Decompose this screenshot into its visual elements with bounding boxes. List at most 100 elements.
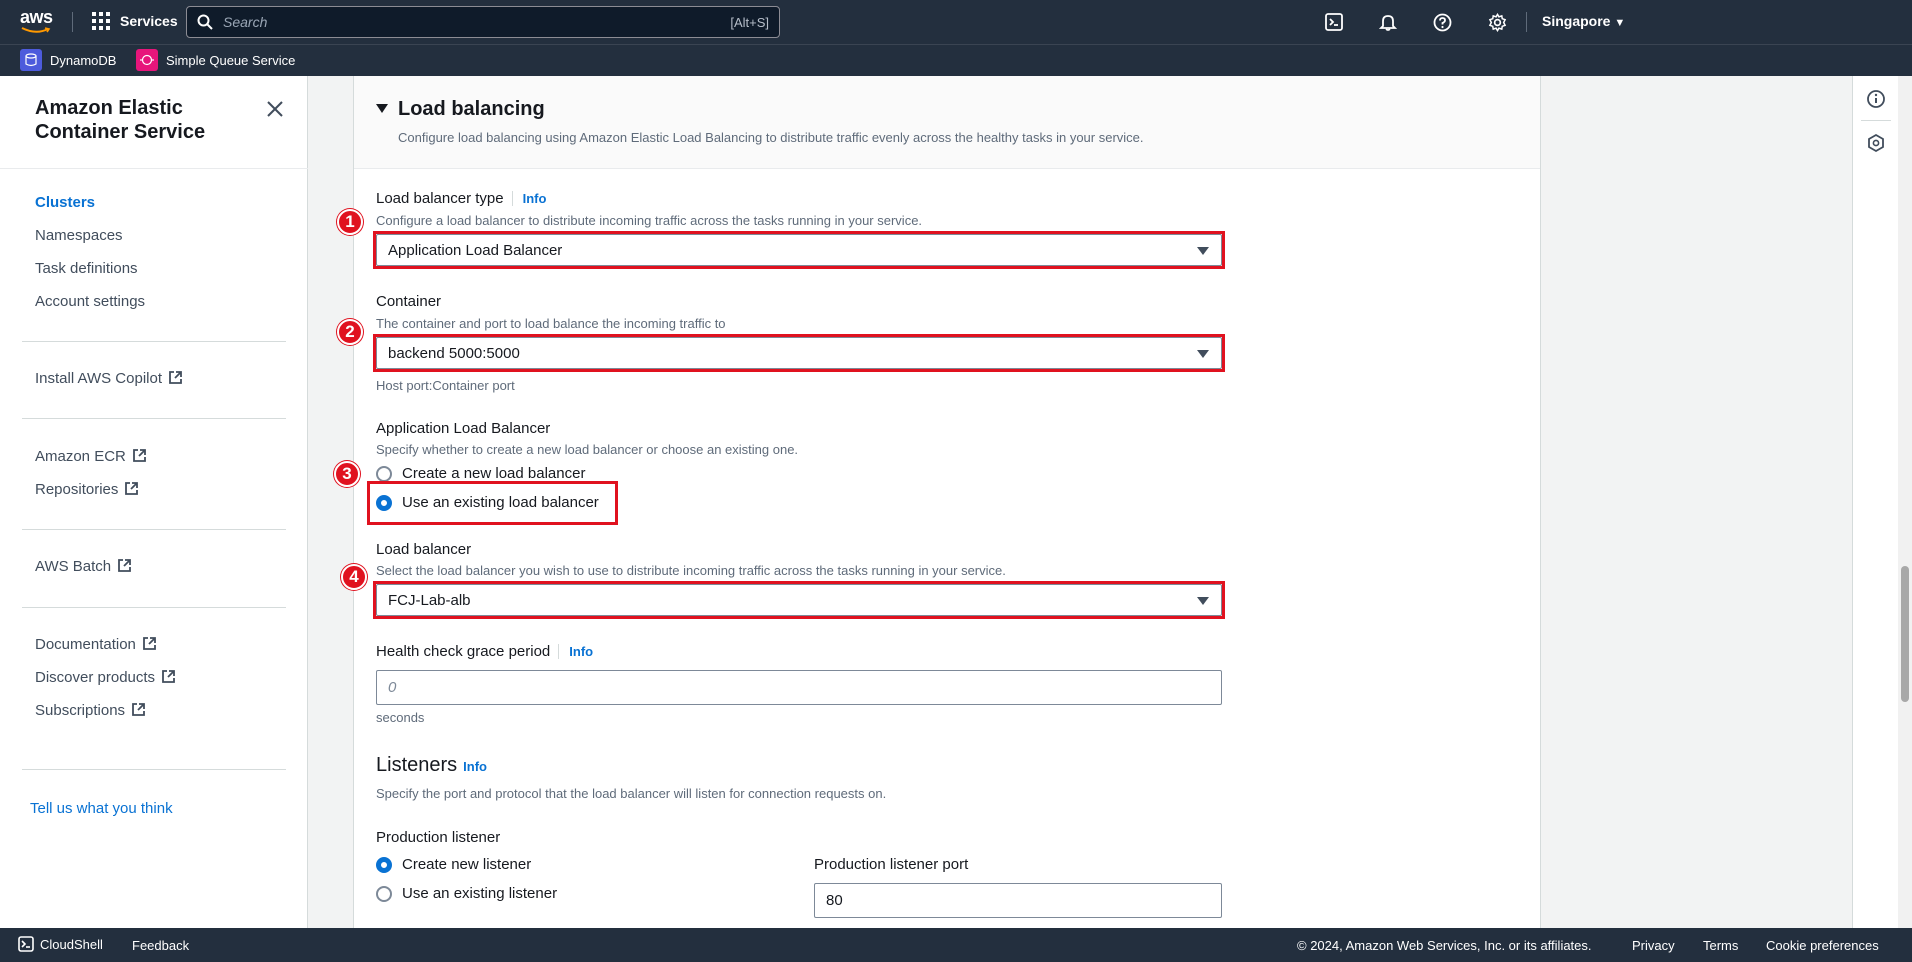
aws-logo-text: aws [20,7,53,27]
sidebar-item-account-settings[interactable]: Account settings [35,293,145,310]
panel-description: Configure load balancing using Amazon El… [398,130,1144,145]
load-balancer-description: Select the load balancer you wish to use… [376,563,1006,578]
favorites-bar: DynamoDB Simple Queue Service [0,44,1912,76]
sidebar-item-clusters[interactable]: Clusters [35,194,95,211]
listeners-heading: Listeners Info [376,754,487,777]
radio-button[interactable] [376,885,392,902]
cloudshell-icon[interactable] [1323,11,1345,33]
step-badge-4: 4 [341,564,367,590]
help-icon[interactable] [1431,11,1453,33]
highlight-box [367,481,618,525]
divider [1861,120,1891,121]
sqs-icon [136,49,158,71]
sidebar-item-label: Install AWS Copilot [35,370,162,387]
radio-label: Create a new load balancer [402,465,586,482]
sidebar-item-label: Amazon ECR [35,448,126,465]
external-link-icon [162,670,175,683]
sidebar-item-task-definitions[interactable]: Task definitions [35,260,138,277]
services-menu-button[interactable]: Services [92,12,178,30]
favorite-dynamodb[interactable]: DynamoDB [20,49,116,71]
radio-label: Create new listener [402,856,532,873]
sidebar-item-aws-batch[interactable]: AWS Batch [35,558,132,575]
sidebar-item-label: Repositories [35,481,119,498]
radio-create-new-listener[interactable]: Create new listener [376,856,531,873]
radio-create-new-lb[interactable]: Create a new load balancer [376,465,585,482]
radio-button[interactable] [376,465,392,482]
radio-button-selected[interactable] [376,856,392,873]
grace-period-input[interactable]: 0 [376,670,1222,705]
radio-use-existing-listener[interactable]: Use an existing listener [376,885,557,902]
sidebar-item-namespaces[interactable]: Namespaces [35,227,123,244]
section-title: Listeners [376,754,458,776]
gear-icon[interactable] [1486,11,1508,33]
field-label: Load balancer type [376,190,504,207]
copyright-text: © 2024, Amazon Web Services, Inc. or its… [1297,938,1592,953]
listener-port-input[interactable]: 80 [814,883,1222,918]
aws-logo[interactable]: aws [20,8,56,36]
side-navigation: Amazon Elastic Container Service Cluster… [0,76,308,928]
main-content: Load balancing Configure load balancing … [308,76,1852,928]
sidebar-title[interactable]: Amazon Elastic Container Service [35,96,255,144]
sidebar-item-discover-products[interactable]: Discover products [35,669,176,686]
terms-link[interactable]: Terms [1703,938,1738,953]
external-link-icon [118,559,132,572]
external-link-icon [132,703,145,716]
info-link[interactable]: Info [511,191,547,206]
field-label: Health check grace period [376,643,551,660]
sidebar-item-install-copilot[interactable]: Install AWS Copilot [35,370,183,387]
info-link[interactable]: Info [558,644,594,659]
caret-down-icon: ▼ [1614,17,1626,29]
radio-label: Use an existing listener [402,885,558,902]
lb-type-label: Load balancer type Info [376,190,547,207]
cloudshell-label: CloudShell [40,936,103,952]
cloudshell-button[interactable]: CloudShell [18,936,103,952]
step-badge-1: 1 [337,209,363,235]
feedback-link[interactable]: Tell us what you think [30,800,173,817]
terminal-icon [18,936,34,952]
divider [22,769,286,770]
panel-header[interactable]: Load balancing Configure load balancing … [354,76,1540,169]
divider [0,168,308,169]
info-icon[interactable] [1865,88,1887,110]
favorite-label: DynamoDB [50,52,117,68]
close-icon[interactable] [264,98,286,120]
highlight-box [373,231,1225,269]
sidebar-item-label: Subscriptions [35,702,126,719]
production-listener-label: Production listener [376,829,501,846]
external-link-icon [125,482,139,495]
sidebar-item-repositories[interactable]: Repositories [35,481,139,498]
listener-port-label: Production listener port [814,856,969,873]
load-balancer-label: Load balancer [376,541,472,558]
highlight-box [373,581,1225,619]
divider [22,607,286,608]
load-balancing-panel: Load balancing Configure load balancing … [334,76,1541,928]
divider [1526,12,1527,32]
sidebar-item-subscriptions[interactable]: Subscriptions [35,702,146,719]
search-icon [197,14,213,30]
scrollbar-thumb[interactable] [1901,566,1909,702]
sidebar-item-amazon-ecr[interactable]: Amazon ECR [35,448,147,465]
grace-period-unit: seconds [376,710,425,725]
grace-period-label: Health check grace period Info [376,643,594,660]
hexagon-icon[interactable] [1865,132,1887,154]
search-input[interactable]: Search [Alt+S] [186,6,780,38]
favorite-sqs[interactable]: Simple Queue Service [136,49,295,71]
privacy-link[interactable]: Privacy [1632,938,1675,953]
divider [22,529,286,530]
listeners-description: Specify the port and protocol that the l… [376,786,887,801]
region-selector[interactable]: Singapore ▼ [1542,13,1625,29]
container-hint: Host port:Container port [376,378,515,393]
feedback-button[interactable]: Feedback [132,938,189,953]
aws-smile-icon [21,27,51,33]
step-badge-2: 2 [337,319,363,345]
scrollbar[interactable] [1898,76,1912,928]
favorite-label: Simple Queue Service [166,52,296,68]
info-link[interactable]: Info [463,759,487,774]
sidebar-item-documentation[interactable]: Documentation [35,636,157,653]
cookie-preferences-link[interactable]: Cookie preferences [1766,938,1879,953]
divider [22,418,286,419]
bell-icon[interactable] [1377,11,1399,33]
sidebar-item-label: AWS Batch [35,558,112,575]
external-link-icon [169,371,182,384]
step-badge-3: 3 [334,461,360,487]
